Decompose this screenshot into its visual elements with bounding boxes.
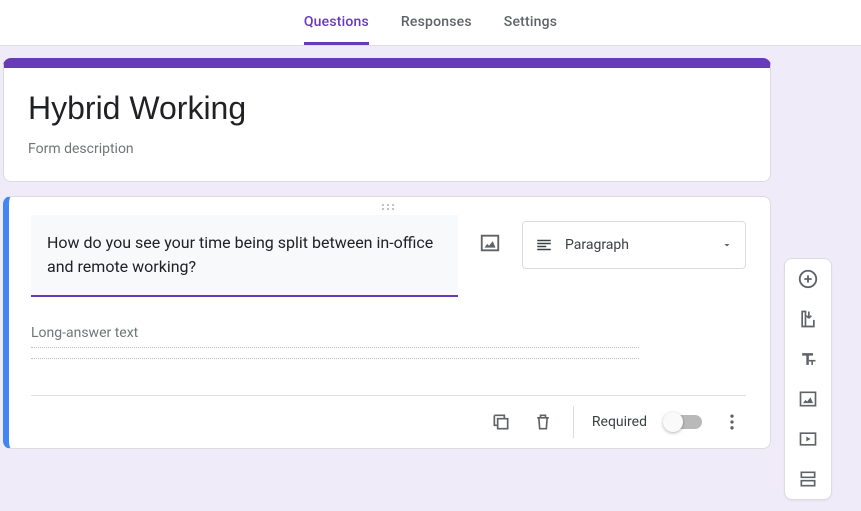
side-toolbar [784,258,832,500]
add-video-button[interactable] [796,427,820,451]
add-section-button[interactable] [796,467,820,491]
tab-settings[interactable]: Settings [504,0,557,45]
tab-questions[interactable]: Questions [304,0,369,45]
add-image-icon[interactable] [478,231,502,255]
answer-preview: Long-answer text [31,325,639,348]
chevron-down-icon [721,239,733,251]
answer-line [31,358,639,359]
more-options-button[interactable] [720,410,744,434]
tab-responses[interactable]: Responses [401,0,472,45]
form-description[interactable]: Form description [28,141,746,157]
question-text-input[interactable]: How do you see your time being split bet… [31,215,458,297]
add-question-button[interactable] [796,267,820,291]
drag-handle-icon[interactable] [9,197,770,215]
question-footer: Required [31,395,746,448]
required-label: Required [592,414,647,430]
question-type-label: Paragraph [565,237,709,253]
paragraph-icon [535,236,553,254]
divider [573,406,574,438]
required-toggle[interactable] [665,415,702,429]
workspace: Hybrid Working Form description How do y… [0,46,861,511]
add-image-button[interactable] [796,387,820,411]
form-title[interactable]: Hybrid Working [28,90,746,127]
import-questions-button[interactable] [796,307,820,331]
duplicate-button[interactable] [489,410,513,434]
question-card: How do you see your time being split bet… [3,196,771,449]
delete-button[interactable] [531,410,555,434]
question-type-select[interactable]: Paragraph [522,221,746,269]
form-header-card: Hybrid Working Form description [3,58,771,182]
tabs-bar: Questions Responses Settings [0,0,861,46]
add-title-button[interactable] [796,347,820,371]
